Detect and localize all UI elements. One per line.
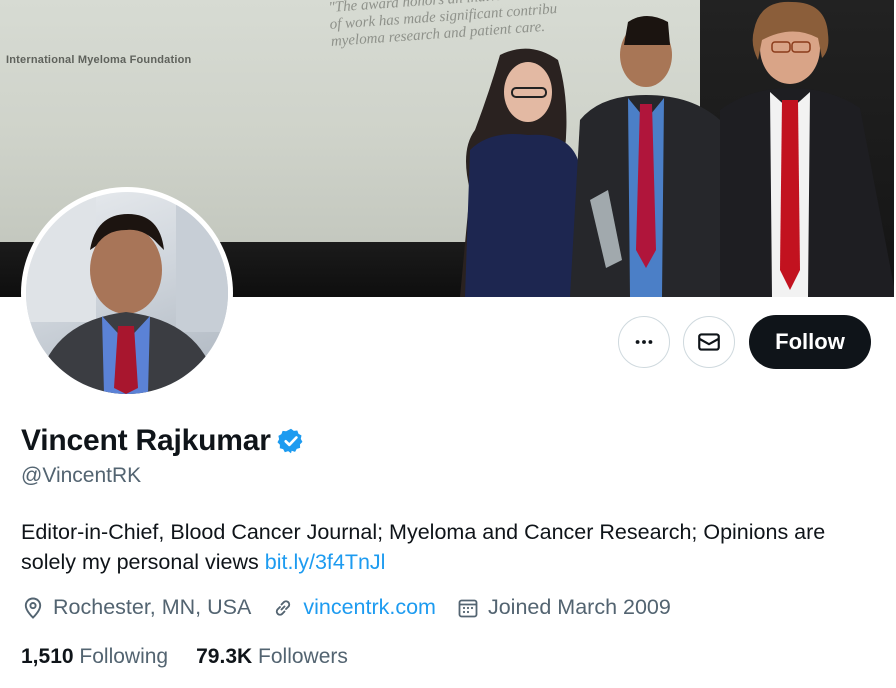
following-label: Following — [79, 645, 169, 668]
joined-item: Joined March 2009 — [456, 595, 671, 620]
profile-meta: Rochester, MN, USA vincentrk.com Joined … — [21, 595, 691, 620]
banner-photo-people — [460, 1, 894, 297]
follow-button[interactable]: Follow — [749, 315, 871, 369]
followers-label: Followers — [258, 645, 348, 668]
profile-handle: @VincentRK — [21, 464, 142, 487]
envelope-icon — [698, 333, 720, 351]
profile-bio: Editor-in-Chief, Blood Cancer Journal; M… — [21, 517, 881, 577]
joined-text: Joined March 2009 — [487, 595, 671, 619]
profile-avatar[interactable] — [21, 187, 233, 399]
profile-counts: 1,510 Following 79.3K Followers — [21, 645, 376, 669]
banner-org-text: International Myeloma Foundation — [6, 54, 192, 66]
avatar-photo — [26, 192, 228, 394]
profile-name: Vincent Rajkumar — [21, 424, 271, 457]
verified-badge-icon[interactable] — [277, 427, 305, 455]
profile-name-row: Vincent Rajkumar — [21, 424, 305, 458]
website-item: vincentrk.com — [271, 595, 436, 620]
avatar-illustration — [26, 192, 228, 394]
link-icon — [276, 599, 291, 616]
more-horizontal-icon — [635, 340, 653, 344]
message-button[interactable] — [683, 316, 735, 368]
calendar-icon — [458, 599, 478, 617]
bio-text: Editor-in-Chief, Blood Cancer Journal; M… — [21, 520, 826, 574]
website-link[interactable]: vincentrk.com — [303, 595, 436, 620]
location-pin-icon — [24, 597, 42, 619]
bio-link[interactable]: bit.ly/3f4TnJl — [265, 550, 386, 574]
following-link[interactable]: 1,510 Following — [21, 645, 168, 669]
location-item: Rochester, MN, USA — [21, 595, 251, 620]
followers-count: 79.3K — [196, 645, 253, 668]
more-options-button[interactable] — [618, 316, 670, 368]
location-text: Rochester, MN, USA — [53, 595, 252, 619]
followers-link[interactable]: 79.3K Followers — [196, 645, 348, 669]
following-count: 1,510 — [21, 645, 74, 668]
